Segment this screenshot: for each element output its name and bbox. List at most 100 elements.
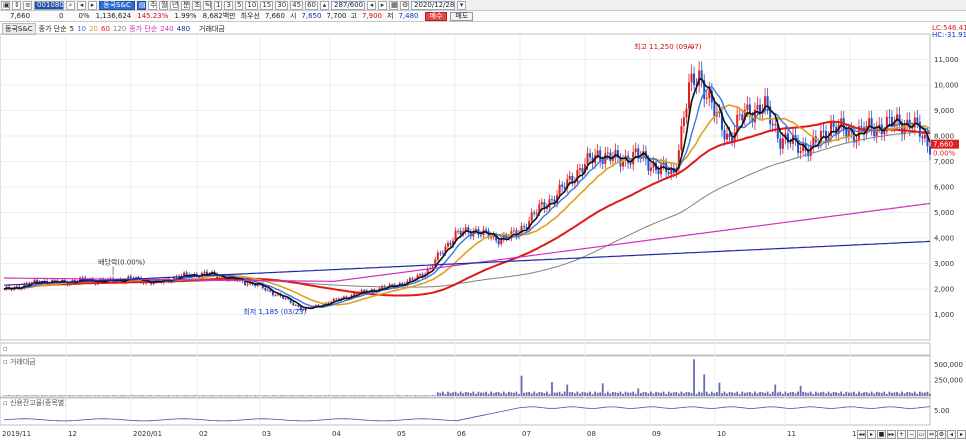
last-button[interactable]: ▸▸ <box>887 429 896 439</box>
volume-bar <box>8 395 10 396</box>
volume-bar <box>211 395 213 396</box>
candle-body <box>497 240 500 245</box>
volume-bar <box>343 395 345 396</box>
price-chart[interactable]: 1,000 2,000 3,000 4,000 5,000 6,000 7,000 8,000… <box>0 0 966 440</box>
volume-bar <box>776 392 779 396</box>
volume-bar <box>193 395 196 396</box>
volume-bar <box>41 395 43 396</box>
x-tick-label: 06 <box>457 430 466 438</box>
volume-bar <box>883 391 886 396</box>
scroll-right-button[interactable]: ▸ <box>957 429 966 439</box>
volume-bar <box>289 395 292 396</box>
volume-bar <box>792 392 794 396</box>
volume-bar <box>477 391 480 396</box>
candle-body <box>746 104 749 110</box>
volume-bar <box>637 388 640 396</box>
volume-bar <box>284 395 287 396</box>
scroll-left-button[interactable]: ◂ <box>947 429 956 439</box>
volume-bar <box>880 392 883 396</box>
settings-icon[interactable]: ⚙ <box>937 429 946 439</box>
volume-bar <box>104 395 107 396</box>
volume-bar <box>518 394 520 396</box>
volume-bar <box>396 395 399 396</box>
volume-bar <box>693 359 695 396</box>
volume-bar <box>827 391 830 396</box>
ma20-line <box>3 104 931 306</box>
volume-bar <box>102 395 104 396</box>
volume-bar <box>190 395 193 396</box>
first-button[interactable]: ◂◂ <box>857 429 866 439</box>
candle-body <box>129 276 132 279</box>
candle-body <box>431 266 434 268</box>
volume-bar <box>855 393 858 396</box>
volume-bar <box>809 391 812 396</box>
candle-body <box>266 289 269 291</box>
volume-bar <box>632 391 635 396</box>
candle-body <box>779 138 782 149</box>
volume-bar <box>13 395 16 396</box>
volume-bar <box>452 392 454 396</box>
candle-body <box>799 151 802 153</box>
volume-bar <box>733 392 736 396</box>
volume-bar <box>738 394 741 396</box>
ex-dividend-annotation: 배당락(0.00%) <box>98 257 145 266</box>
fit-button[interactable]: ▭ <box>917 429 926 439</box>
volume-bar <box>667 391 670 396</box>
volume-bar <box>58 395 61 396</box>
volume-bar <box>556 392 558 396</box>
volume-bar <box>865 392 868 396</box>
volume-bar <box>388 395 391 396</box>
volume-bar <box>847 392 850 396</box>
volume-bar <box>710 391 713 396</box>
volume-bar <box>606 391 609 396</box>
play-button[interactable]: ▸ <box>867 429 876 439</box>
volume-bar <box>261 395 264 396</box>
volume-bar <box>622 393 624 396</box>
volume-bar <box>705 391 708 396</box>
volume-bar <box>507 391 510 396</box>
volume-bar <box>611 391 614 396</box>
candle-body <box>693 73 696 85</box>
volume-bar <box>665 394 668 396</box>
stop-button[interactable]: ■ <box>877 429 886 439</box>
volume-bar <box>376 395 378 396</box>
candle-body <box>929 146 931 155</box>
volume-bar <box>759 391 761 396</box>
zoom-in-button[interactable]: + <box>897 429 906 439</box>
candle-body <box>741 114 744 121</box>
volume-bar <box>485 391 487 396</box>
volume-bar <box>685 391 688 396</box>
volume-bar <box>226 395 229 396</box>
pan-button[interactable]: ⇔ <box>927 429 936 439</box>
candle-body <box>459 230 462 235</box>
candle-body <box>687 82 690 109</box>
zoom-out-button[interactable]: − <box>907 429 916 439</box>
volume-bar <box>748 391 751 396</box>
volume-bar <box>533 391 536 396</box>
volume-bar <box>449 392 452 396</box>
volume-bar <box>482 392 485 396</box>
candle-body <box>756 104 759 110</box>
volume-bar <box>147 395 150 396</box>
candle-body <box>916 117 919 122</box>
volume-bar <box>86 395 89 396</box>
candle-body <box>766 96 769 107</box>
volume-bar <box>472 391 475 396</box>
volume-bar <box>918 391 921 396</box>
volume-bar <box>459 391 462 396</box>
volume-bar <box>571 392 574 396</box>
volume-bar <box>655 391 657 396</box>
volume-bar <box>642 392 645 396</box>
volume-bar <box>644 392 647 396</box>
candle-body <box>533 212 536 214</box>
volume-bar <box>614 392 617 396</box>
volume-bar <box>502 391 505 396</box>
candle-body <box>500 239 503 245</box>
volume-bar <box>898 393 901 396</box>
volume-bar <box>715 392 718 396</box>
candle-body <box>540 202 543 205</box>
volume-bar <box>71 395 74 396</box>
volume-bar <box>345 395 348 396</box>
volume-bar <box>670 392 673 396</box>
candle-body <box>274 295 277 296</box>
